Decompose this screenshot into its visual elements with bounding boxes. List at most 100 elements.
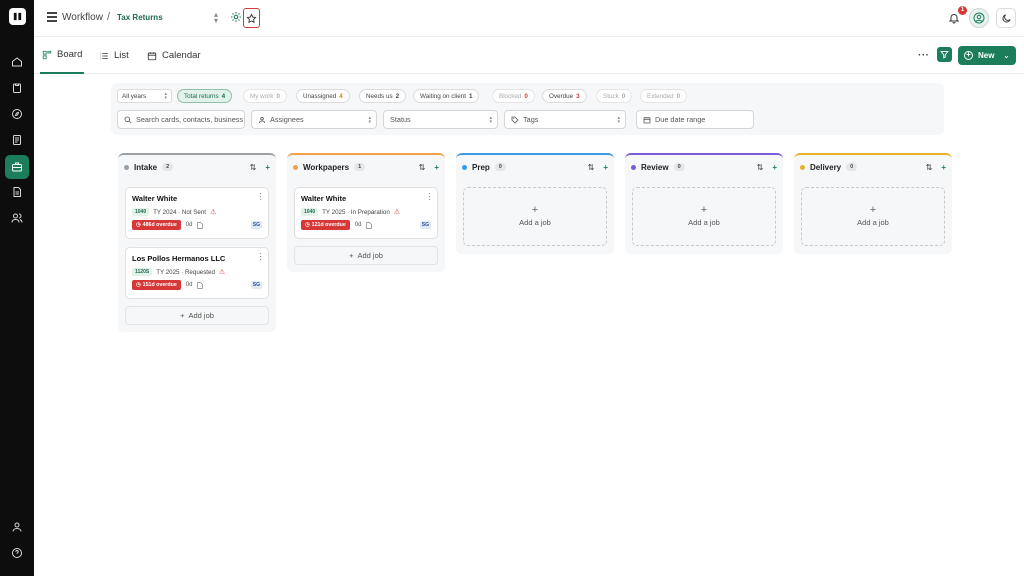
warning-icon: ⚠	[209, 209, 217, 216]
add-icon[interactable]: +	[941, 163, 946, 172]
add-job-label: Add job	[188, 311, 214, 320]
hamburger-menu-icon[interactable]	[47, 12, 57, 22]
users-icon[interactable]	[7, 208, 27, 228]
tab-calendar-label: Calendar	[162, 50, 201, 61]
card-client-name: Los Pollos Hermanos LLC	[132, 254, 226, 263]
notification-badge: 1	[958, 6, 967, 15]
add-job-label: Add a job	[688, 218, 720, 227]
chip-count: 2	[395, 92, 400, 100]
sort-icon[interactable]: ⇅	[588, 163, 595, 172]
search-input[interactable]: Search cards, contacts, business	[117, 110, 245, 129]
chip-my-work[interactable]: My work 0	[243, 89, 287, 103]
column-delivery: Delivery 0 ⇅ + + Add a job	[794, 153, 952, 254]
select-chevron-icon: ▴ ▾	[368, 115, 371, 125]
assignee-initials: SG	[250, 221, 262, 229]
clipboard-icon[interactable]	[7, 78, 27, 98]
chip-count: 0	[524, 92, 528, 100]
plus-icon: +	[531, 204, 539, 216]
sort-icon[interactable]: ⇅	[757, 163, 764, 172]
column-header: Intake 2 ⇅ +	[118, 155, 276, 179]
column-count: 0	[673, 163, 685, 171]
switch-board-chevron-icon[interactable]: ▴ ▾	[214, 11, 218, 25]
due-date-range-input[interactable]: Due date range	[636, 110, 754, 129]
card-age: 0d	[354, 222, 362, 228]
add-job-button[interactable]: + Add job	[125, 306, 269, 325]
form-tag: 1040	[132, 208, 150, 216]
file-icon[interactable]	[7, 182, 27, 202]
job-card[interactable]: Walter White · · · 1040 TY 2024 · Not Sent…	[125, 187, 269, 239]
assignee-initials: SG	[250, 281, 262, 289]
sort-icon[interactable]: ⇅	[250, 163, 257, 172]
column-intake: Intake 2 ⇅ + Walter White · · · 1040 TY 202…	[118, 153, 276, 332]
card-menu-icon[interactable]: · · ·	[428, 190, 431, 204]
chip-blocked[interactable]: Blocked 0	[492, 89, 535, 103]
profile-icon[interactable]	[7, 517, 27, 537]
add-job-button[interactable]: + Add job	[294, 246, 438, 265]
due-date-label: Due date range	[655, 115, 706, 124]
board-icon	[42, 50, 52, 59]
add-icon[interactable]: +	[434, 163, 439, 172]
tag-icon	[511, 116, 519, 124]
year-select[interactable]: All years ▴ ▾	[117, 89, 172, 103]
app-logo-icon[interactable]	[9, 8, 26, 25]
card-menu-icon[interactable]: · · ·	[259, 250, 262, 264]
chip-needs-us[interactable]: Needs us 2	[359, 89, 407, 103]
job-card[interactable]: Los Pollos Hermanos LLC · · · 1120S TY 202…	[125, 247, 269, 299]
add-icon[interactable]: +	[603, 163, 608, 172]
card-status: TY 2024 · Not Sent	[153, 208, 206, 216]
card-menu-icon[interactable]: · · ·	[259, 190, 262, 204]
add-job-dropzone[interactable]: + Add a job	[463, 187, 607, 246]
filter-button[interactable]	[937, 47, 952, 62]
tab-list[interactable]: List	[99, 37, 129, 74]
add-icon[interactable]: +	[265, 163, 270, 172]
left-rail	[0, 0, 34, 576]
chip-unassigned[interactable]: Unassigned 4	[296, 89, 350, 103]
help-icon[interactable]	[7, 543, 27, 563]
column-title: Delivery	[810, 162, 842, 172]
home-icon[interactable]	[7, 52, 27, 72]
gear-icon[interactable]	[230, 11, 242, 23]
breadcrumb-workflow[interactable]: Workflow	[62, 12, 103, 23]
chip-label: Stuck	[603, 92, 619, 100]
chip-label: Unassigned	[303, 92, 337, 100]
user-avatar[interactable]	[969, 8, 989, 28]
card-age: 0d	[185, 282, 193, 288]
briefcase-icon[interactable]	[5, 155, 29, 179]
tab-board[interactable]: Board	[40, 37, 85, 74]
sort-icon[interactable]: ⇅	[926, 163, 933, 172]
chip-total-returns[interactable]: Total returns 4	[177, 89, 233, 103]
chip-stuck[interactable]: Stuck 0	[596, 89, 633, 103]
tab-list-label: List	[114, 50, 129, 61]
chip-extended[interactable]: Extended 0	[640, 89, 688, 103]
compass-icon[interactable]	[7, 104, 27, 124]
status-select[interactable]: Status ▴ ▾	[383, 110, 498, 129]
chip-overdue[interactable]: Overdue 3	[542, 89, 587, 103]
sort-icon[interactable]: ⇅	[419, 163, 426, 172]
column-title: Workpapers	[303, 162, 350, 172]
plus-circle-icon: +	[964, 51, 973, 60]
chip-count: 4	[339, 92, 343, 100]
assignees-select[interactable]: Assignees ▴ ▾	[251, 110, 377, 129]
add-icon[interactable]: +	[772, 163, 777, 172]
theme-toggle-button[interactable]	[996, 8, 1016, 28]
assignees-label: Assignees	[270, 115, 304, 124]
breadcrumb-separator: /	[107, 11, 111, 23]
warning-icon: ⚠	[393, 209, 401, 216]
column-prep: Prep 0 ⇅ + + Add a job	[456, 153, 614, 254]
new-button[interactable]: + New ⌄	[958, 46, 1016, 65]
document-list-icon[interactable]	[7, 130, 27, 150]
more-options-icon[interactable]: ···	[918, 50, 930, 61]
plus-icon: +	[180, 311, 185, 320]
tags-select[interactable]: Tags ▴ ▾	[504, 110, 626, 129]
overdue-text: 486d overdue	[142, 222, 177, 228]
bell-icon[interactable]	[948, 12, 960, 24]
chip-waiting-on-client[interactable]: Waiting on client 1	[413, 89, 480, 103]
tab-calendar[interactable]: Calendar	[147, 37, 201, 74]
column-title: Prep	[472, 162, 490, 172]
filter-icon	[940, 51, 949, 59]
favorite-star-button[interactable]	[243, 8, 260, 28]
job-card[interactable]: Walter White · · · 1040 TY 2025 · In Prepa…	[294, 187, 438, 239]
add-job-dropzone[interactable]: + Add a job	[801, 187, 945, 246]
chip-count: 0	[621, 92, 626, 100]
add-job-dropzone[interactable]: + Add a job	[632, 187, 776, 246]
